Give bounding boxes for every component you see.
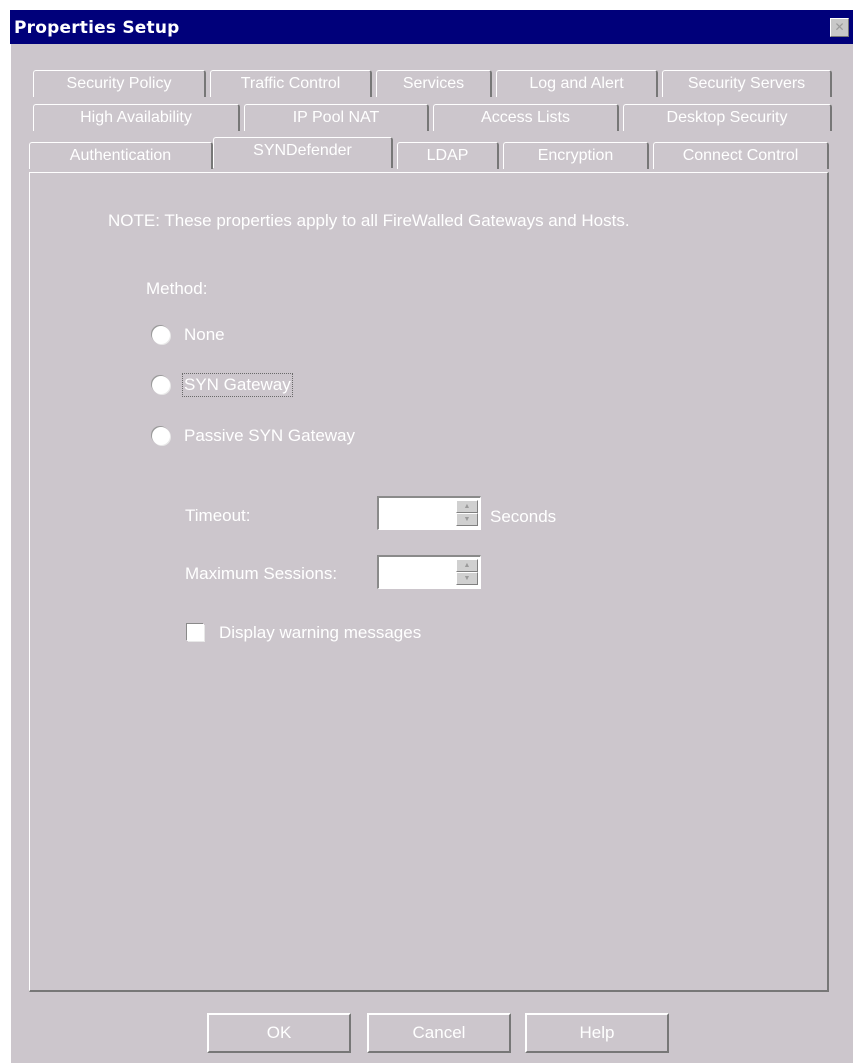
tab-desktop-security[interactable]: Desktop Security (623, 104, 832, 131)
radio-passive-syn-gateway-label[interactable]: Passive SYN Gateway (184, 426, 355, 446)
tab-security-servers[interactable]: Security Servers (662, 70, 832, 97)
tab-connect-control[interactable]: Connect Control (653, 142, 829, 169)
radio-none-label[interactable]: None (184, 325, 225, 345)
timeout-unit: Seconds (490, 507, 557, 526)
display-warning-checkbox[interactable] (187, 624, 204, 641)
radio-passive-syn-gateway[interactable] (152, 427, 170, 445)
max-sessions-spin-buttons[interactable]: ▲ ▼ (456, 559, 478, 585)
radio-none[interactable] (152, 326, 170, 344)
spin-down-icon[interactable]: ▼ (456, 572, 478, 585)
timeout-label: Timeout: (185, 506, 251, 525)
tab-security-policy[interactable]: Security Policy (33, 70, 206, 97)
syndefender-panel: NOTE: These properties apply to all Fire… (29, 172, 829, 992)
tab-syndefender[interactable]: SYNDefender (213, 137, 393, 168)
tab-access-lists[interactable]: Access Lists (433, 104, 619, 131)
title-bar[interactable]: Properties Setup ✕ (10, 10, 853, 44)
method-label: Method: (146, 279, 208, 298)
timeout-stepper[interactable]: ▲ ▼ (377, 496, 481, 530)
tab-ip-pool-nat[interactable]: IP Pool NAT (244, 104, 429, 131)
max-sessions-label: Maximum Sessions: (185, 564, 338, 583)
tab-services[interactable]: Services (376, 70, 492, 97)
spin-up-icon[interactable]: ▲ (456, 500, 478, 513)
ok-button[interactable]: OK (207, 1013, 351, 1053)
tab-ldap[interactable]: LDAP (397, 142, 499, 169)
close-icon[interactable]: ✕ (830, 18, 849, 37)
max-sessions-stepper[interactable]: ▲ ▼ (377, 555, 481, 589)
tab-log-and-alert[interactable]: Log and Alert (496, 70, 658, 97)
spin-up-icon[interactable]: ▲ (456, 559, 478, 572)
note-text: NOTE: These properties apply to all Fire… (108, 211, 630, 230)
cancel-button[interactable]: Cancel (367, 1013, 511, 1053)
tab-traffic-control[interactable]: Traffic Control (210, 70, 372, 97)
spin-down-icon[interactable]: ▼ (456, 513, 478, 526)
tab-high-availability[interactable]: High Availability (33, 104, 240, 131)
dialog-left-edge (10, 44, 11, 1063)
window-title: Properties Setup (14, 18, 180, 38)
radio-syn-gateway[interactable] (152, 376, 170, 394)
timeout-spin-buttons[interactable]: ▲ ▼ (456, 500, 478, 526)
help-button[interactable]: Help (525, 1013, 669, 1053)
tab-encryption[interactable]: Encryption (503, 142, 649, 169)
tab-authentication[interactable]: Authentication (29, 142, 213, 169)
radio-syn-gateway-label[interactable]: SYN Gateway (182, 373, 293, 397)
display-warning-label[interactable]: Display warning messages (219, 623, 421, 643)
